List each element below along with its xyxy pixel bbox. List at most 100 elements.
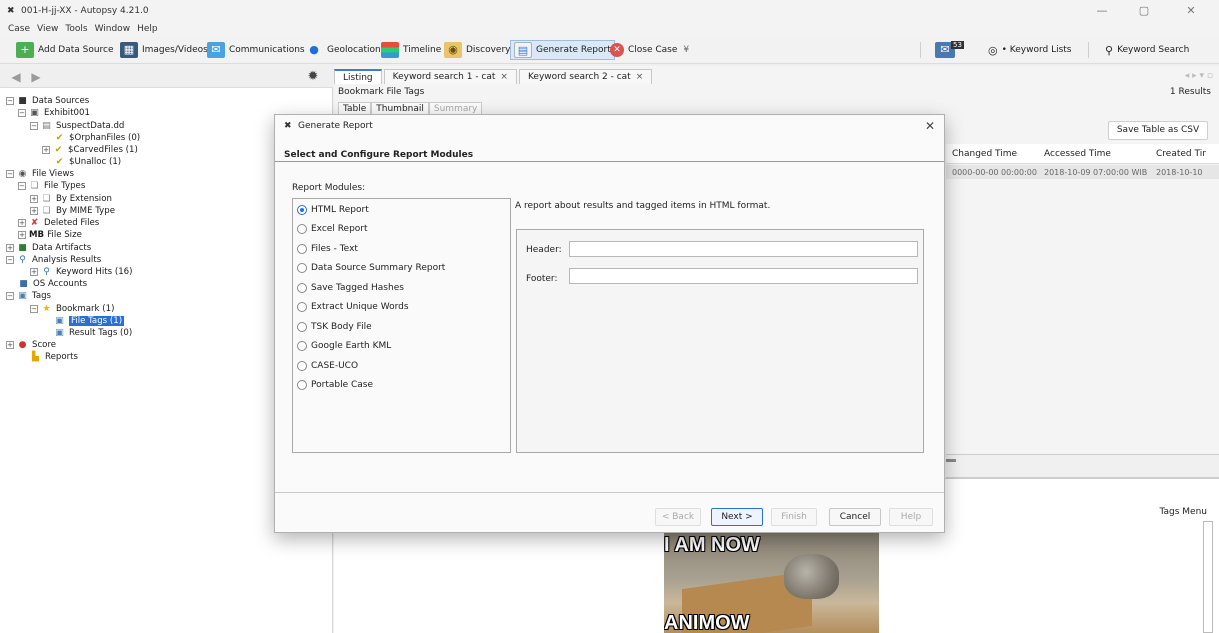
menu-tools[interactable]: Tools — [65, 24, 87, 34]
tree-item-by-mime[interactable]: + ❏ By MIME Type — [30, 205, 115, 217]
tree-item-result-tags[interactable]: ▣ Result Tags (0) — [54, 327, 132, 339]
header-input[interactable] — [569, 241, 918, 257]
tags-menu[interactable]: Tags Menu — [1160, 507, 1208, 517]
close-case-button[interactable]: ✕ Close Case ¥ — [607, 40, 692, 60]
tree-item-file-size[interactable]: + MB File Size — [18, 229, 82, 241]
tree-item-file-views[interactable]: − ◉ File Views — [6, 168, 74, 180]
footer-input[interactable] — [569, 268, 918, 284]
tree-item-score[interactable]: + ● Score — [6, 339, 56, 351]
collapse-icon[interactable]: − — [6, 170, 14, 178]
tree-item-exhibit[interactable]: − ▣ Exhibit001 — [18, 107, 90, 119]
expand-icon[interactable]: + — [30, 268, 38, 276]
discovery-button[interactable]: ◉ Discovery — [441, 40, 513, 60]
column-accessed-time[interactable]: Accessed Time — [1044, 149, 1156, 159]
tab-listing[interactable]: Listing — [334, 69, 382, 84]
expand-icon[interactable]: + — [30, 195, 38, 203]
tab-keyword-search-1[interactable]: Keyword search 1 - cat × — [383, 69, 517, 84]
dialog-close-button[interactable]: ✕ — [922, 118, 938, 134]
tree-item-file-types[interactable]: − ❏ File Types — [18, 180, 85, 192]
tab-keyword-search-2[interactable]: Keyword search 2 - cat × — [518, 69, 653, 84]
tree-item-orphan-files[interactable]: ✔ $OrphanFiles (0) — [54, 132, 140, 144]
table-row[interactable]: 0000-00-00 00:00:00 2018-10-09 07:00:00 … — [946, 165, 1219, 179]
close-tab-icon[interactable]: × — [636, 72, 644, 82]
close-tab-icon[interactable]: × — [500, 72, 508, 82]
help-button[interactable]: Help — [889, 508, 933, 526]
menu-help[interactable]: Help — [137, 24, 158, 34]
geolocation-button[interactable]: ● Geolocation — [302, 40, 384, 60]
module-excel-report[interactable]: Excel Report — [297, 222, 368, 236]
keyword-lists-button[interactable]: ◎ • Keyword Lists — [985, 40, 1075, 60]
tree-item-carved-files[interactable]: + ✔ $CarvedFiles (1) — [42, 144, 138, 156]
tree-item-deleted-files[interactable]: + ✘ Deleted Files — [18, 217, 99, 229]
expand-icon[interactable]: + — [18, 219, 26, 227]
module-save-tagged-hashes[interactable]: Save Tagged Hashes — [297, 281, 404, 295]
vertical-scrollbar[interactable] — [1203, 521, 1213, 633]
back-arrow-icon[interactable]: ◀ — [8, 69, 24, 85]
collapse-icon[interactable]: − — [18, 109, 26, 117]
add-data-source-button[interactable]: + Add Data Source — [13, 40, 117, 60]
generate-report-button[interactable]: ▤ Generate Report — [510, 40, 615, 60]
expand-icon[interactable]: + — [30, 207, 38, 215]
radio-icon[interactable] — [297, 302, 307, 312]
minimize-button[interactable]: — — [1087, 2, 1117, 20]
radio-icon[interactable] — [297, 322, 307, 332]
collapse-icon[interactable]: − — [30, 122, 38, 130]
tree-item-keyword-hits[interactable]: + ⚲ Keyword Hits (16) — [30, 266, 133, 278]
module-case-uco[interactable]: CASE-UCO — [297, 359, 358, 373]
module-html-report[interactable]: HTML Report — [297, 203, 369, 217]
tree-item-file-tags[interactable]: ▣ File Tags (1) — [54, 315, 125, 327]
collapse-icon[interactable]: − — [6, 256, 14, 264]
tree-item-suspect-data[interactable]: − ▤ SuspectData.dd — [30, 120, 124, 132]
radio-icon[interactable] — [297, 263, 307, 273]
expand-icon[interactable]: + — [6, 244, 14, 252]
tree-item-data-artifacts[interactable]: + ■ Data Artifacts — [6, 242, 91, 254]
radio-selected-icon[interactable] — [297, 205, 307, 215]
expand-icon[interactable]: + — [42, 146, 50, 154]
back-button[interactable]: < Back — [655, 508, 701, 526]
collapse-icon[interactable]: − — [6, 97, 14, 105]
collapse-icon[interactable]: − — [30, 305, 38, 313]
expand-icon[interactable]: + — [18, 231, 26, 239]
close-window-button[interactable]: ✕ — [1176, 2, 1206, 20]
radio-icon[interactable] — [297, 380, 307, 390]
cancel-button[interactable]: Cancel — [829, 508, 881, 526]
module-google-earth-kml[interactable]: Google Earth KML — [297, 339, 391, 353]
communications-button[interactable]: ✉ Communications — [204, 40, 308, 60]
gear-icon[interactable]: ✹ — [305, 69, 321, 85]
tree-item-tags[interactable]: − ▣ Tags — [6, 290, 51, 302]
tree-item-bookmark[interactable]: − ★ Bookmark (1) — [30, 303, 114, 315]
module-portable-case[interactable]: Portable Case — [297, 378, 373, 392]
collapse-icon[interactable]: − — [18, 182, 26, 190]
images-videos-button[interactable]: ▦ Images/Videos — [117, 40, 211, 60]
tree-item-os-accounts[interactable]: ■ OS Accounts — [18, 278, 87, 290]
keyword-search-button[interactable]: ⚲ Keyword Search — [1102, 40, 1192, 60]
tab-navigation-icons[interactable]: ◂ ▸ ▾ ▫ — [1185, 71, 1213, 81]
finish-button[interactable]: Finish — [771, 508, 817, 526]
radio-icon[interactable] — [297, 244, 307, 254]
next-button[interactable]: Next > — [711, 508, 763, 526]
inbox-button[interactable]: ✉ 53 — [932, 40, 967, 60]
tree-item-by-extension[interactable]: + ❏ By Extension — [30, 193, 112, 205]
radio-icon[interactable] — [297, 283, 307, 293]
column-created-time[interactable]: Created Tir — [1156, 149, 1216, 159]
tree-item-reports[interactable]: ▙ Reports — [30, 351, 78, 363]
panel-divider[interactable] — [946, 454, 1219, 478]
module-data-source-summary[interactable]: Data Source Summary Report — [297, 261, 445, 275]
forward-arrow-icon[interactable]: ▶ — [28, 69, 44, 85]
tree-item-data-sources[interactable]: − ■ Data Sources — [6, 95, 89, 107]
menu-view[interactable]: View — [37, 24, 58, 34]
radio-icon[interactable] — [297, 361, 307, 371]
menu-window[interactable]: Window — [95, 24, 131, 34]
expand-icon[interactable]: + — [6, 341, 14, 349]
column-changed-time[interactable]: Changed Time — [952, 149, 1044, 159]
menu-case[interactable]: Case — [8, 24, 30, 34]
maximize-button[interactable]: ▢ — [1129, 2, 1159, 20]
tree-item-unalloc[interactable]: ✔ $Unalloc (1) — [54, 156, 121, 168]
toolbar-overflow-icon[interactable]: ¥ — [683, 45, 689, 55]
radio-icon[interactable] — [297, 224, 307, 234]
splitter-grip-icon[interactable] — [946, 459, 956, 462]
module-extract-unique-words[interactable]: Extract Unique Words — [297, 300, 409, 314]
module-files-text[interactable]: Files - Text — [297, 242, 358, 256]
radio-icon[interactable] — [297, 341, 307, 351]
module-tsk-body-file[interactable]: TSK Body File — [297, 320, 372, 334]
